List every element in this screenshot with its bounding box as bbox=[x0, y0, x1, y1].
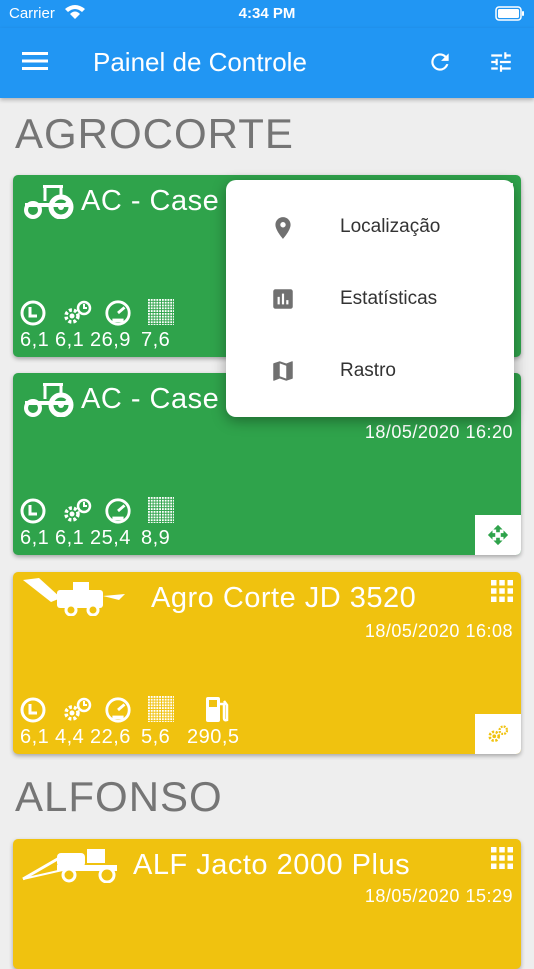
vehicle-name: ALF Jacto 2000 Plus bbox=[133, 849, 411, 881]
page-title: Painel de Controle bbox=[93, 47, 307, 77]
clock-icon bbox=[19, 497, 47, 525]
sprayer-icon bbox=[21, 843, 131, 883]
metric-value: 5,6 bbox=[141, 726, 171, 748]
last-update-date: 18/05/2020 16:08 bbox=[364, 621, 513, 641]
metric-value: 22,6 bbox=[90, 726, 131, 748]
menu-item-label: Rastro bbox=[340, 360, 396, 381]
group-title: AGROCORTE bbox=[15, 110, 294, 157]
metric-value: 6,1 bbox=[20, 726, 50, 748]
group-title: ALFONSO bbox=[15, 773, 223, 820]
menu-item-rastro[interactable]: Rastro bbox=[226, 336, 514, 406]
battery-icon bbox=[495, 6, 524, 21]
menu-item-label: Localização bbox=[340, 216, 441, 237]
grid-menu-icon[interactable] bbox=[491, 580, 513, 602]
metric-value: 290,5 bbox=[187, 726, 240, 748]
gauge-icon bbox=[104, 497, 132, 525]
tractor-icon bbox=[21, 381, 77, 417]
tractor-icon bbox=[21, 183, 77, 219]
metric-value: 7,6 bbox=[141, 329, 171, 351]
refresh-icon[interactable] bbox=[427, 49, 453, 75]
metric-value: 26,9 bbox=[90, 329, 131, 351]
vehicle-name: AC - Case bbox=[81, 383, 220, 415]
gears-icon bbox=[61, 299, 93, 327]
menu-item-label: Estatísticas bbox=[340, 288, 438, 309]
harvester-icon bbox=[21, 576, 131, 616]
gears-icon bbox=[61, 696, 93, 724]
map-icon bbox=[273, 361, 293, 381]
bar-chart-icon bbox=[273, 289, 293, 309]
grid-menu-icon[interactable] bbox=[491, 847, 513, 869]
settings-button[interactable] bbox=[475, 714, 521, 754]
metric-value: 8,9 bbox=[141, 527, 171, 549]
popup-menu: Localização Estatísticas Rastro bbox=[226, 180, 514, 417]
metric-value: 6,1 bbox=[20, 329, 50, 351]
vehicle-name: AC - Case bbox=[81, 185, 220, 217]
metric-value: 4,4 bbox=[55, 726, 85, 748]
gears-icon bbox=[61, 497, 93, 525]
vehicle-name: Agro Corte JD 3520 bbox=[151, 582, 417, 614]
dot-matrix-icon bbox=[148, 299, 174, 325]
dot-matrix-icon bbox=[148, 497, 174, 523]
status-bar: Carrier 4:34 PM bbox=[0, 0, 534, 28]
move-button[interactable] bbox=[475, 515, 521, 555]
last-update-date: 18/05/2020 15:29 bbox=[364, 886, 513, 906]
gauge-icon bbox=[104, 696, 132, 724]
location-pin-icon bbox=[275, 217, 291, 239]
dot-matrix-icon bbox=[148, 696, 174, 722]
fuel-pump-icon bbox=[203, 694, 231, 724]
gauge-icon bbox=[104, 299, 132, 327]
clock-icon bbox=[19, 299, 47, 327]
metric-value: 6,1 bbox=[55, 527, 85, 549]
metric-value: 6,1 bbox=[20, 527, 50, 549]
vehicle-card[interactable]: Agro Corte JD 3520 18/05/2020 16:08 6,1 … bbox=[13, 572, 521, 754]
last-update-date: 18/05/2020 16:20 bbox=[364, 422, 513, 442]
move-icon bbox=[487, 524, 509, 546]
tune-settings-icon[interactable] bbox=[488, 49, 514, 75]
metric-value: 6,1 bbox=[55, 329, 85, 351]
hamburger-menu-icon[interactable] bbox=[22, 50, 48, 72]
metric-value: 25,4 bbox=[90, 527, 131, 549]
app-bar: Painel de Controle bbox=[0, 28, 534, 98]
menu-item-localizacao[interactable]: Localização bbox=[226, 192, 514, 262]
clock-icon bbox=[19, 696, 47, 724]
gears-icon bbox=[488, 725, 509, 743]
clock-label: 4:34 PM bbox=[238, 5, 296, 22]
menu-item-estatisticas[interactable]: Estatísticas bbox=[226, 264, 514, 334]
